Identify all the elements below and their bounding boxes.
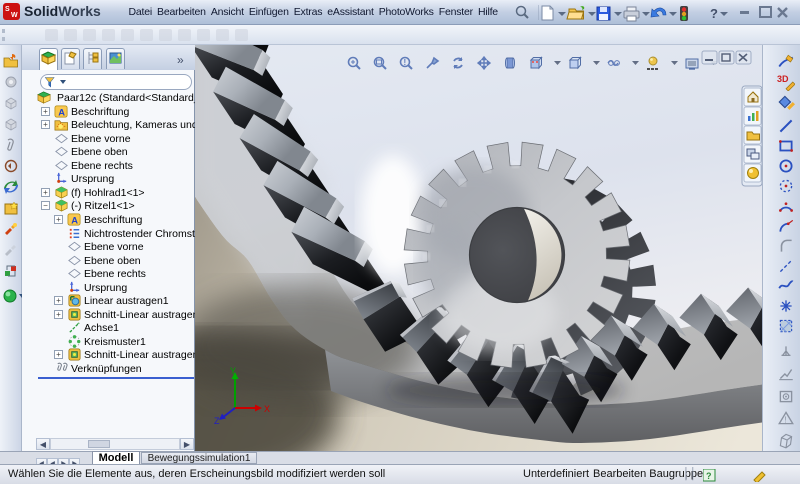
svg-text:W: W <box>11 12 18 19</box>
svg-text:Y: Y <box>230 366 236 376</box>
svg-text:A: A <box>71 215 78 225</box>
svg-text:S: S <box>5 6 10 13</box>
svg-text:?: ? <box>710 6 718 21</box>
svg-text:?: ? <box>706 471 712 481</box>
svg-text:!: ! <box>404 58 407 67</box>
svg-text:A: A <box>58 107 65 117</box>
svg-text:3D: 3D <box>777 74 789 84</box>
svg-text:X: X <box>264 404 270 414</box>
svg-text:!: ! <box>784 416 786 425</box>
svg-text:Z: Z <box>214 416 220 426</box>
